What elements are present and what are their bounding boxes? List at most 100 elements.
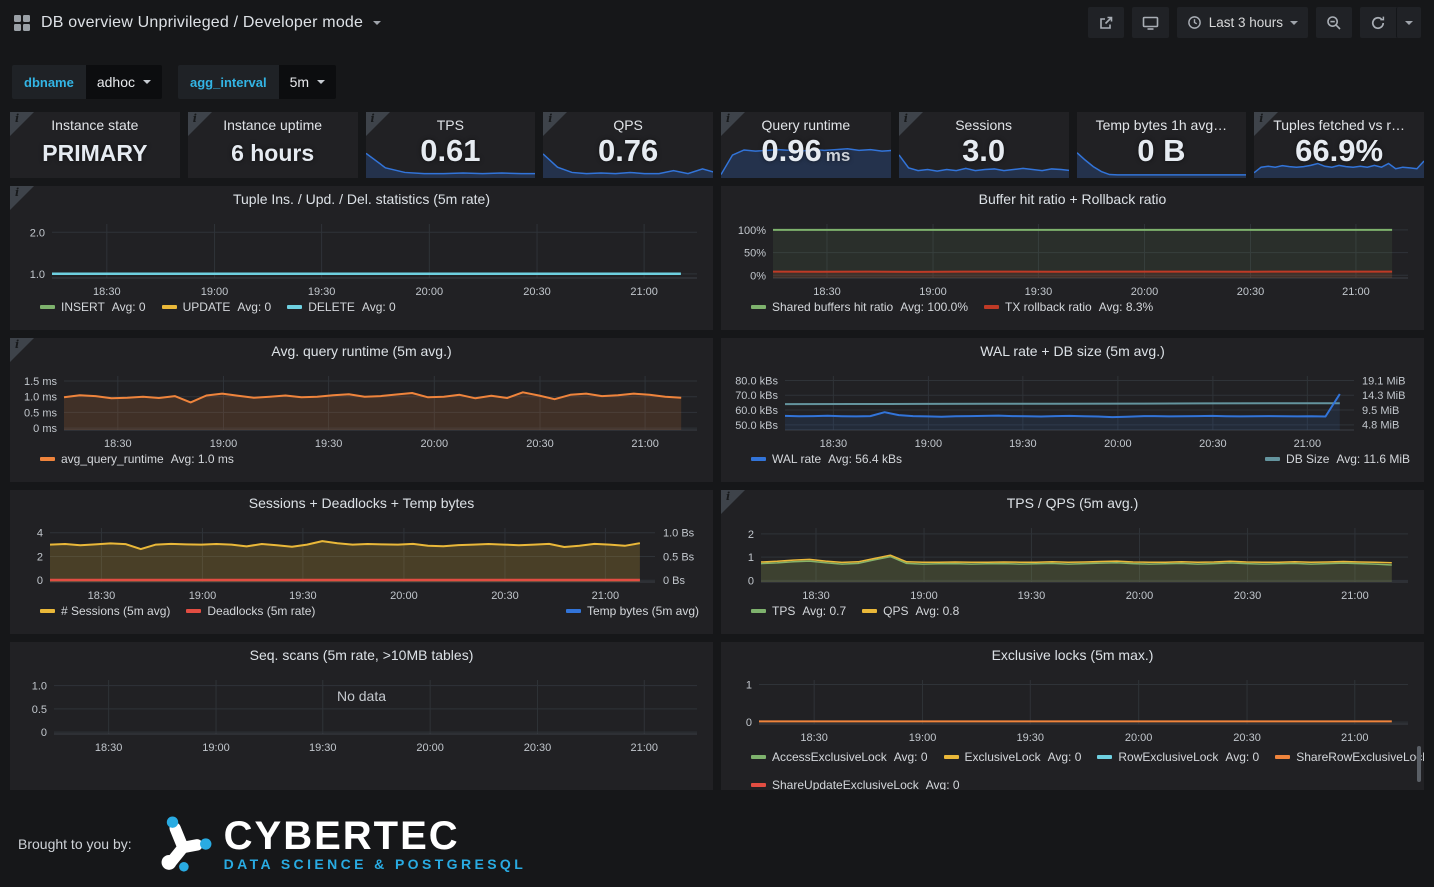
legend-item-tps[interactable]: TPSAvg: 0.7 [751, 604, 846, 618]
panel-info-icon[interactable]: i [543, 112, 567, 136]
legend-item-deadlocks-5m-rate[interactable]: Deadlocks (5m rate) [186, 604, 315, 618]
y-axis-label: 50% [744, 248, 766, 260]
legend-item-shared-buffers-hit-ratio[interactable]: Shared buffers hit ratioAvg: 100.0% [751, 300, 968, 314]
y-axis-label: 1 [746, 680, 752, 692]
x-axis-label: 21:00 [1342, 286, 1370, 298]
stat-title: Query runtime [721, 117, 891, 133]
legend-label: avg_query_runtime [61, 452, 164, 466]
variable-label-agg_interval: agg_interval [178, 65, 279, 99]
title-caret-icon[interactable] [373, 21, 381, 25]
stat-number: 3.0 [962, 133, 1005, 168]
legend-item-exclusivelock[interactable]: ExclusiveLockAvg: 0 [944, 750, 1082, 764]
legend-item-db-size[interactable]: DB SizeAvg: 11.6 MiB [1265, 452, 1410, 466]
panel-info-icon[interactable]: i [1254, 112, 1278, 136]
legend-value: Avg: 0.8 [916, 604, 960, 618]
info-icon: i [1259, 112, 1263, 125]
stat-panel-tuples-fetched: iTuples fetched vs r…66.9% [1254, 112, 1424, 178]
panel-info-icon[interactable]: i [721, 490, 745, 514]
legend-item-qps[interactable]: QPSAvg: 0.8 [862, 604, 959, 618]
x-axis-label: 18:30 [88, 590, 116, 602]
panel-info-icon[interactable]: i [10, 186, 34, 210]
legend-item-shareupdateexclusivelock[interactable]: ShareUpdateExclusiveLockAvg: 0 [751, 778, 960, 790]
legend-item-wal-rate[interactable]: WAL rateAvg: 56.4 kBs [751, 452, 902, 466]
legend-item-rowexclusivelock[interactable]: RowExclusiveLockAvg: 0 [1097, 750, 1259, 764]
legend-item-sharerowexclusivelock[interactable]: ShareRowExclusiveLockAvg: 0 [1275, 750, 1424, 764]
refresh-interval-caret[interactable] [1396, 7, 1421, 38]
share-button[interactable] [1088, 7, 1124, 38]
cybertec-logo[interactable]: CYBERTEC DATA SCIENCE & POSTGRESQL [154, 816, 527, 872]
panel-title[interactable]: TPS / QPS (5m avg.) [721, 495, 1424, 511]
panel-title[interactable]: Avg. query runtime (5m avg.) [10, 343, 713, 359]
panel-info-icon[interactable]: i [10, 338, 34, 362]
panel-title[interactable]: Exclusive locks (5m max.) [721, 647, 1424, 663]
legend-item-delete[interactable]: DELETEAvg: 0 [287, 300, 396, 314]
legend-item-tx-rollback-ratio[interactable]: TX rollback ratioAvg: 8.3% [984, 300, 1153, 314]
x-axis-label: 20:30 [523, 286, 551, 298]
legend-scrollbar[interactable] [1417, 746, 1421, 782]
time-range-button[interactable]: Last 3 hours [1177, 7, 1308, 38]
stat-value: 0 B [1077, 133, 1247, 169]
refresh-button[interactable] [1360, 7, 1396, 38]
stat-number: 0 B [1137, 133, 1185, 168]
legend-item-sessions-5m-avg[interactable]: # Sessions (5m avg) [40, 604, 170, 618]
variable-value-agg_interval[interactable]: 5m [279, 65, 336, 99]
variable-value-dbname[interactable]: adhoc [86, 65, 162, 99]
legend-swatch [40, 305, 55, 309]
panel-chart: 18:3019:0019:3020:0020:3021:0010 [721, 642, 1424, 790]
stat-panel-tps: iTPS0.61 [366, 112, 536, 178]
x-axis-label: 20:00 [390, 590, 418, 602]
x-axis-label: 21:00 [631, 742, 659, 754]
no-data-message: No data [10, 688, 713, 704]
panel-tps-qps: iTPS / QPS (5m avg.)18:3019:0019:3020:00… [721, 490, 1424, 634]
panel-title[interactable]: Seq. scans (5m rate, >10MB tables) [10, 647, 713, 663]
legend-item-temp-bytes-5m-avg[interactable]: Temp bytes (5m avg) [566, 604, 699, 618]
panel-legend: INSERTAvg: 0 UPDATEAvg: 0 DELETEAvg: 0 [40, 300, 699, 314]
panel-legend: TPSAvg: 0.7 QPSAvg: 0.8 [751, 604, 1410, 618]
legend-swatch [1275, 755, 1290, 759]
x-axis-label: 20:30 [1234, 590, 1262, 602]
panel-avg-query-runtime: iAvg. query runtime (5m avg.)18:3019:001… [10, 338, 713, 482]
y-axis-right-label: 0.5 Bs [663, 551, 695, 563]
y-axis-right-label: 19.1 MiB [1362, 375, 1405, 387]
panel-legend: AccessExclusiveLockAvg: 0 ExclusiveLockAv… [751, 750, 1410, 764]
panel-title[interactable]: WAL rate + DB size (5m avg.) [721, 343, 1424, 359]
panel-title[interactable]: Buffer hit ratio + Rollback ratio [721, 191, 1424, 207]
panel-info-icon[interactable]: i [721, 112, 745, 136]
panel-info-icon[interactable]: i [366, 112, 390, 136]
info-icon: i [726, 490, 730, 503]
y-axis-label: 0.5 ms [24, 407, 58, 419]
dashboard-title[interactable]: DB overview Unprivileged / Developer mod… [41, 14, 363, 32]
variable-filter-row: dbnameadhocagg_interval5m [12, 65, 1434, 99]
legend-value: Avg: 11.6 MiB [1336, 452, 1410, 466]
legend-swatch [751, 609, 766, 613]
panel-info-icon[interactable]: i [10, 112, 34, 136]
stat-number: 0.96 [761, 133, 821, 168]
panel-info-icon[interactable]: i [188, 112, 212, 136]
stat-value: 6 hours [188, 136, 358, 170]
legend-item-avg-query-runtime[interactable]: avg_query_runtimeAvg: 1.0 ms [40, 452, 234, 466]
x-axis-label: 19:00 [189, 590, 217, 602]
legend-value: Avg: 0 [362, 300, 396, 314]
stat-title: Sessions [899, 117, 1069, 133]
legend-item-insert[interactable]: INSERTAvg: 0 [40, 300, 146, 314]
clock-icon [1187, 15, 1202, 30]
legend-label: Deadlocks (5m rate) [207, 604, 315, 618]
y-axis-label: 2 [748, 529, 754, 541]
panel-title[interactable]: Sessions + Deadlocks + Temp bytes [10, 495, 713, 511]
stat-title: QPS [543, 117, 713, 133]
x-axis-label: 20:00 [416, 742, 444, 754]
x-axis-label: 20:00 [421, 438, 449, 450]
legend-item-update[interactable]: UPDATEAvg: 0 [162, 300, 272, 314]
panel-title[interactable]: Tuple Ins. / Upd. / Del. statistics (5m … [10, 191, 713, 207]
panel-legend: # Sessions (5m avg) Deadlocks (5m rate) Te… [40, 604, 699, 618]
stat-value: 0.96ms [721, 133, 891, 174]
panel-info-icon[interactable]: i [899, 112, 923, 136]
time-range-label: Last 3 hours [1209, 15, 1283, 30]
tv-mode-button[interactable] [1132, 7, 1169, 38]
legend-swatch [287, 305, 302, 309]
dashboard-grid-icon[interactable] [13, 14, 31, 32]
legend-item-accessexclusivelock[interactable]: AccessExclusiveLockAvg: 0 [751, 750, 928, 764]
x-axis-label: 18:30 [104, 438, 132, 450]
zoom-out-button[interactable] [1316, 7, 1352, 38]
y-axis-label: 1.0 [30, 269, 45, 281]
